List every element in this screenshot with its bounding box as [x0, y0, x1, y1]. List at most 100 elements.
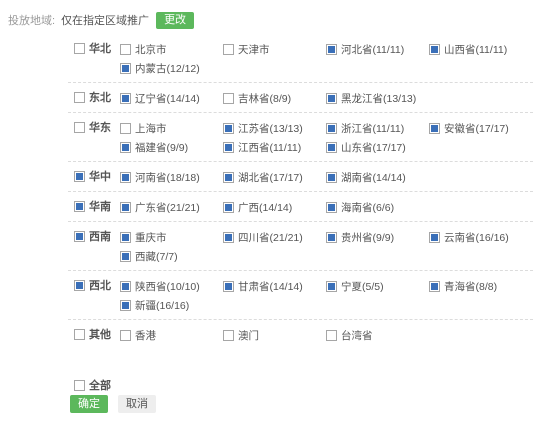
region-label: 其他	[89, 329, 111, 341]
province-item[interactable]: 重庆市	[120, 228, 223, 247]
province-item[interactable]: 西藏(7/7)	[120, 247, 223, 266]
province-checkbox[interactable]	[429, 281, 440, 292]
province-checkbox[interactable]	[223, 123, 234, 134]
province-item[interactable]: 陕西省(10/10)	[120, 277, 223, 296]
region-checkbox[interactable]	[74, 279, 85, 291]
province-item[interactable]: 浙江省(11/11)	[326, 119, 429, 138]
province-item[interactable]: 北京市	[120, 40, 223, 59]
province-item[interactable]: 吉林省(8/9)	[223, 89, 326, 108]
province-checkbox[interactable]	[326, 330, 337, 341]
province-item[interactable]: 贵州省(9/9)	[326, 228, 429, 247]
province-item[interactable]: 云南省(16/16)	[429, 228, 532, 247]
cancel-button[interactable]: 取消	[118, 395, 156, 413]
province-item[interactable]: 广东省(21/21)	[120, 198, 223, 217]
region-header[interactable]: 华南	[74, 198, 111, 214]
province-item[interactable]: 江苏省(13/13)	[223, 119, 326, 138]
province-item[interactable]: 河南省(18/18)	[120, 168, 223, 187]
province-checkbox[interactable]	[223, 93, 234, 104]
province-checkbox[interactable]	[120, 202, 131, 213]
province-item[interactable]: 海南省(6/6)	[326, 198, 429, 217]
region-header[interactable]: 华东	[74, 119, 111, 135]
province-item[interactable]: 青海省(8/8)	[429, 277, 532, 296]
region-header[interactable]: 华北	[74, 40, 111, 56]
province-checkbox[interactable]	[223, 330, 234, 341]
province-item[interactable]: 台湾省	[326, 326, 429, 345]
province-label: 四川省(21/21)	[238, 232, 303, 244]
province-item[interactable]: 黑龙江省(13/13)	[326, 89, 429, 108]
region-checkbox[interactable]	[74, 91, 85, 103]
region-checkbox[interactable]	[74, 121, 85, 133]
confirm-button[interactable]: 确定	[70, 395, 108, 413]
region-checkbox[interactable]	[74, 230, 85, 242]
region-checkbox[interactable]	[74, 170, 85, 182]
region-header[interactable]: 西南	[74, 228, 111, 244]
province-checkbox[interactable]	[326, 202, 337, 213]
province-item[interactable]: 山西省(11/11)	[429, 40, 532, 59]
province-label: 上海市	[135, 123, 167, 135]
province-item[interactable]: 广西(14/14)	[223, 198, 326, 217]
province-item[interactable]: 湖北省(17/17)	[223, 168, 326, 187]
province-item[interactable]: 宁夏(5/5)	[326, 277, 429, 296]
province-checkbox[interactable]	[326, 93, 337, 104]
province-item[interactable]: 香港	[120, 326, 223, 345]
province-checkbox[interactable]	[326, 142, 337, 153]
region-checkbox[interactable]	[74, 200, 85, 212]
province-item[interactable]: 山东省(17/17)	[326, 138, 429, 157]
select-all-row[interactable]: 全部	[74, 377, 111, 393]
province-item[interactable]: 甘肃省(14/14)	[223, 277, 326, 296]
province-item[interactable]: 上海市	[120, 119, 223, 138]
province-item[interactable]: 辽宁省(14/14)	[120, 89, 223, 108]
province-checkbox[interactable]	[120, 142, 131, 153]
province-checkbox[interactable]	[223, 202, 234, 213]
province-checkbox[interactable]	[223, 281, 234, 292]
province-checkbox[interactable]	[429, 123, 440, 134]
province-item[interactable]: 新疆(16/16)	[120, 296, 223, 315]
province-checkbox[interactable]	[120, 172, 131, 183]
province-grid: 重庆市 四川省(21/21) 贵州省(9/9) 云南省(16/16) 西藏(7/7)	[120, 222, 533, 270]
province-checkbox[interactable]	[429, 44, 440, 55]
province-checkbox[interactable]	[120, 93, 131, 104]
region-checkbox[interactable]	[74, 328, 85, 340]
province-checkbox[interactable]	[326, 172, 337, 183]
province-checkbox[interactable]	[120, 251, 131, 262]
province-checkbox[interactable]	[429, 232, 440, 243]
province-label: 北京市	[135, 44, 167, 56]
province-item[interactable]: 安徽省(17/17)	[429, 119, 532, 138]
province-label: 广东省(21/21)	[135, 202, 200, 214]
region-header[interactable]: 东北	[74, 89, 111, 105]
province-item[interactable]: 江西省(11/11)	[223, 138, 326, 157]
province-checkbox[interactable]	[120, 123, 131, 134]
region-header[interactable]: 西北	[74, 277, 111, 293]
province-checkbox[interactable]	[223, 232, 234, 243]
province-checkbox[interactable]	[120, 300, 131, 311]
region-checkbox[interactable]	[74, 42, 85, 54]
province-item[interactable]: 四川省(21/21)	[223, 228, 326, 247]
delivery-region-label: 投放地域:	[8, 15, 56, 27]
province-item[interactable]: 河北省(11/11)	[326, 40, 429, 59]
province-checkbox[interactable]	[326, 123, 337, 134]
province-item[interactable]: 澳门	[223, 326, 326, 345]
province-item[interactable]: 内蒙古(12/12)	[120, 59, 223, 78]
province-checkbox[interactable]	[326, 232, 337, 243]
province-checkbox[interactable]	[120, 330, 131, 341]
province-checkbox[interactable]	[120, 44, 131, 55]
province-checkbox[interactable]	[120, 281, 131, 292]
province-label: 吉林省(8/9)	[238, 93, 292, 105]
province-checkbox[interactable]	[223, 142, 234, 153]
province-checkbox[interactable]	[120, 63, 131, 74]
province-item[interactable]: 湖南省(14/14)	[326, 168, 429, 187]
region-header[interactable]: 华中	[74, 168, 111, 184]
province-item[interactable]: 福建省(9/9)	[120, 138, 223, 157]
select-all-checkbox[interactable]	[74, 379, 85, 391]
region-label: 华南	[89, 201, 111, 213]
province-checkbox[interactable]	[223, 172, 234, 183]
province-checkbox[interactable]	[223, 44, 234, 55]
province-checkbox[interactable]	[326, 44, 337, 55]
province-checkbox[interactable]	[326, 281, 337, 292]
province-label: 甘肃省(14/14)	[238, 281, 303, 293]
province-label: 山西省(11/11)	[444, 44, 508, 56]
province-item[interactable]: 天津市	[223, 40, 326, 59]
change-button[interactable]: 更改	[156, 11, 195, 29]
region-header[interactable]: 其他	[74, 326, 111, 342]
province-checkbox[interactable]	[120, 232, 131, 243]
